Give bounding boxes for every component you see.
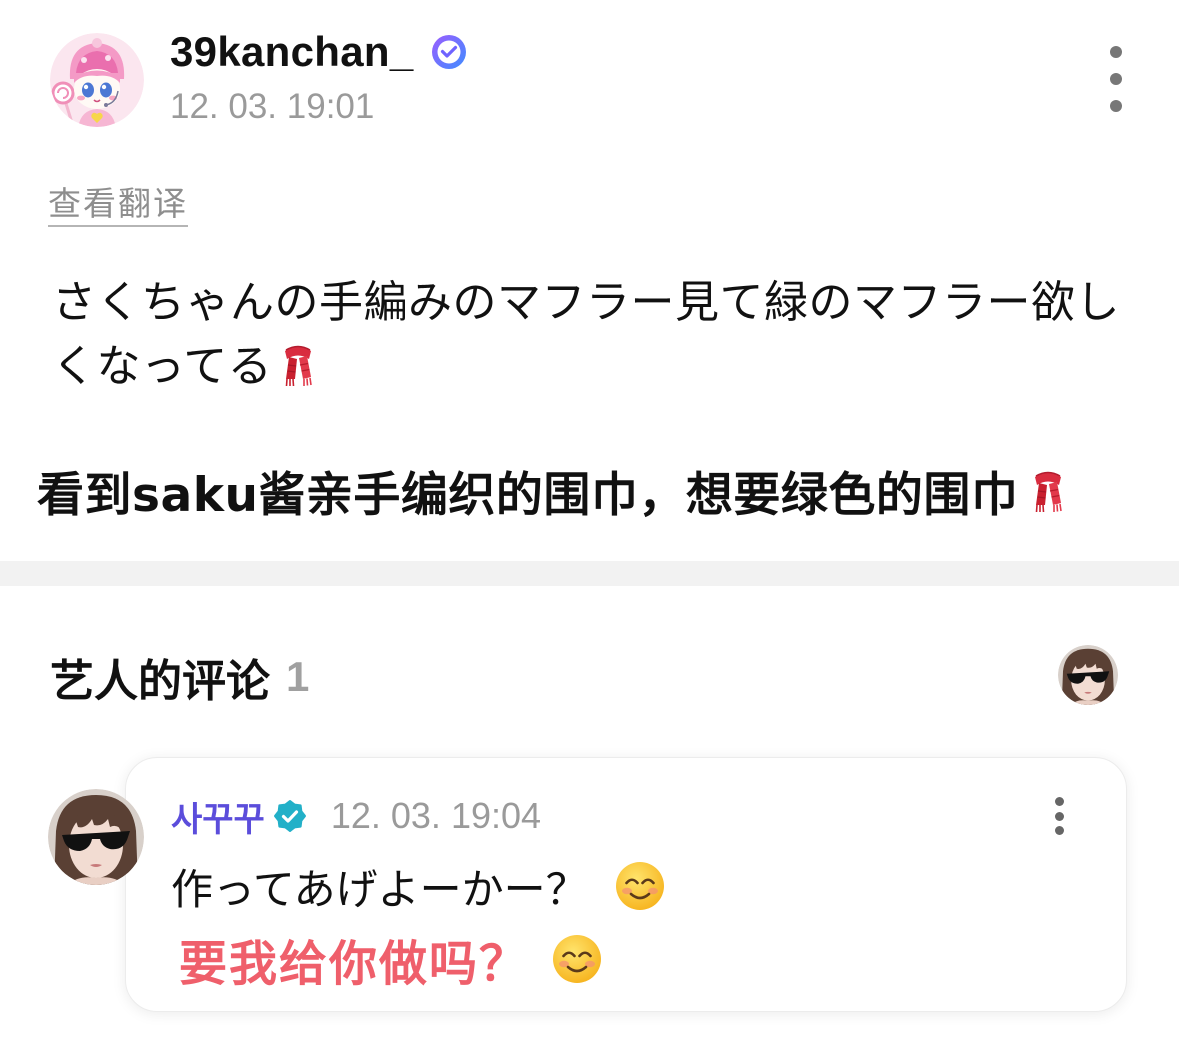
artist-preview-avatar[interactable] (1058, 645, 1118, 705)
view-translation-link[interactable]: 查看翻译 (48, 185, 188, 227)
scarf-emoji-icon (280, 339, 316, 389)
author-row: 39kanchan_ (170, 28, 467, 76)
more-vertical-icon (1110, 73, 1122, 85)
post-body-text: さくちゃんの手編みのマフラー見て緑のマフラー欲しくなってる (52, 277, 1120, 392)
post-timestamp: 12. 03. 19:01 (170, 87, 375, 126)
post-body: さくちゃんの手編みのマフラー見て緑のマフラー欲しくなってる (52, 271, 1137, 399)
more-vertical-icon (1054, 811, 1064, 821)
more-vertical-icon (1110, 46, 1122, 58)
author-avatar[interactable] (50, 33, 144, 127)
smiling-face-emoji-icon (614, 860, 666, 912)
artist-comment-card: 사꾸꾸 12. 03. 19:04 作ってあげよーかー？ 要我给你做吗？ (125, 757, 1127, 1012)
artist-comments-header: 艺人的评论 1 (50, 650, 310, 707)
comment-timestamp: 12. 03. 19:04 (330, 795, 542, 836)
artist-avatar-icon (1058, 645, 1118, 705)
comment-author-name[interactable]: 사꾸꾸 (171, 792, 265, 841)
artist-avatar-icon (48, 789, 144, 885)
author-username[interactable]: 39kanchan_ (170, 28, 413, 76)
cartoon-girl-avatar-icon (50, 33, 144, 127)
post-more-button[interactable] (1104, 46, 1128, 112)
comment-translation: 要我给你做吗？ (179, 929, 603, 992)
scarf-emoji-icon (1030, 465, 1066, 515)
more-vertical-icon (1054, 797, 1064, 806)
post-translation: 看到saku酱亲手编织的围巾，想要绿色的围巾 (37, 460, 1066, 523)
more-vertical-icon (1110, 100, 1122, 112)
comment-author-avatar[interactable] (48, 789, 144, 885)
smiling-face-emoji-icon (551, 933, 603, 985)
artist-comments-count: 1 (286, 653, 310, 700)
post-translation-text: 看到saku酱亲手编织的围巾，想要绿色的围巾 (37, 467, 1019, 523)
more-vertical-icon (1054, 826, 1064, 835)
section-divider (0, 561, 1179, 586)
comment-body: 作ってあげよーかー？ (171, 858, 666, 914)
comment-translation-text: 要我给你做吗？ (179, 936, 530, 992)
comment-header: 사꾸꾸 12. 03. 19:04 (171, 792, 542, 841)
artist-verified-badge-icon (273, 799, 307, 833)
comment-more-button[interactable] (1053, 797, 1065, 835)
artist-comments-title: 艺人的评论 (50, 656, 270, 707)
verified-badge-icon (431, 34, 467, 70)
comment-body-text: 作ってあげよーかー？ (171, 864, 588, 914)
